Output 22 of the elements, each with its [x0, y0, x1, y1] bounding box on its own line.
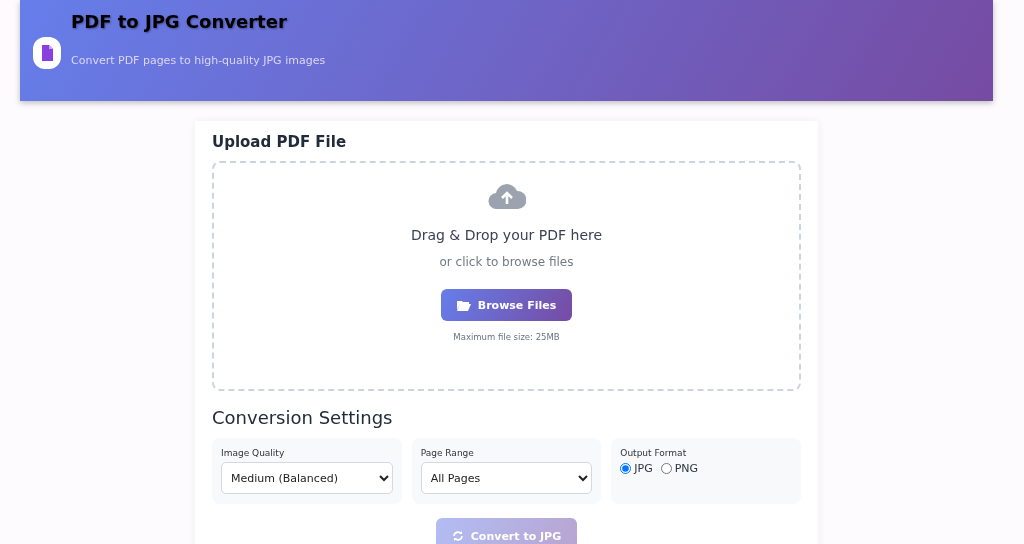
drop-zone[interactable]: Drag & Drop your PDF here or click to browse files Browse Files Maximum file size: 25MB	[212, 161, 801, 391]
refresh-icon	[451, 530, 464, 542]
dropdown-select[interactable]: All Pages	[420, 462, 593, 494]
folder-icon	[456, 299, 471, 311]
radio-label: PNG	[674, 462, 699, 475]
section-heading: Conversion Settings	[212, 407, 394, 428]
field-label: Page Range	[420, 448, 475, 458]
field-label: Output Format	[620, 448, 688, 458]
section-heading: Upload PDF File	[212, 133, 348, 151]
dropdown-select[interactable]: Medium (Balanced)	[221, 462, 393, 494]
pdf-file-icon	[40, 44, 54, 61]
radio-label: JPG	[634, 462, 653, 475]
browse-hint: or click to browse files	[439, 255, 574, 269]
radio-button[interactable]	[660, 463, 672, 474]
cloud-upload-icon	[487, 183, 526, 209]
drop-prompt: Drag & Drop your PDF here	[410, 227, 603, 243]
app-title: PDF to JPG Converter	[71, 10, 288, 32]
size-limit: Maximum file size: 25MB	[453, 332, 560, 342]
app-subtitle: Convert PDF pages to high-quality JPG images	[71, 53, 326, 67]
field-label: Image Quality	[221, 448, 286, 458]
radio-button[interactable]	[620, 463, 632, 474]
browse-button[interactable]: Browse Files	[440, 289, 573, 321]
